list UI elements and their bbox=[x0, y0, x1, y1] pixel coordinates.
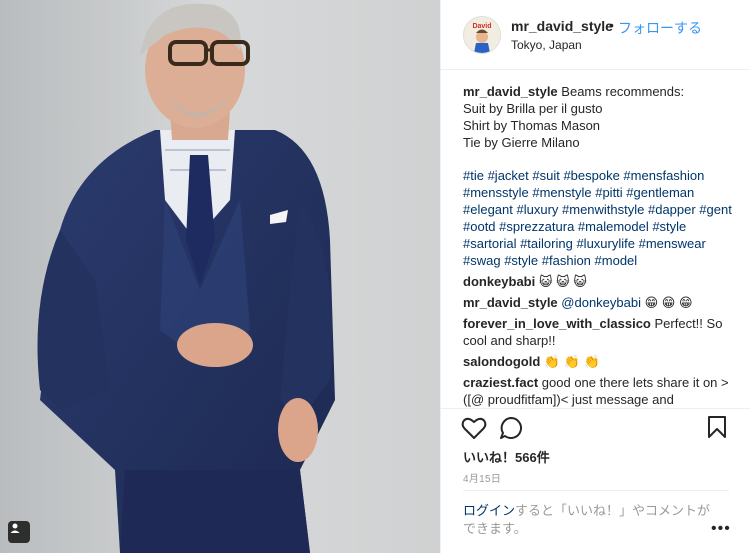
actions-divider bbox=[441, 408, 750, 409]
post-details-panel: David mr_david_style • フォローする Tokyo, Jap… bbox=[440, 0, 750, 553]
comment-item: donkeybabi 😺 😺 😺 bbox=[463, 273, 733, 290]
bookmark-icon[interactable] bbox=[707, 415, 727, 439]
man-in-suit-image bbox=[0, 0, 440, 553]
header-username[interactable]: mr_david_style bbox=[511, 18, 613, 34]
comment-text: 👏 👏 👏 bbox=[543, 354, 600, 369]
comment-text: 😺 😺 😺 bbox=[538, 274, 587, 289]
login-prompt: ログインすると「いいね！」やコメントができます。 bbox=[463, 502, 713, 538]
heart-icon[interactable] bbox=[461, 416, 487, 440]
login-link[interactable]: ログイン bbox=[463, 503, 515, 518]
location-link[interactable]: Tokyo, Japan bbox=[511, 38, 582, 52]
comment-item: mr_david_style @donkeybabi 😁 😁 😁 bbox=[463, 294, 733, 311]
comment-text: 😁 😁 😁 bbox=[644, 295, 693, 310]
comment-item: forever_in_love_with_classico Perfect!! … bbox=[463, 315, 733, 349]
comment-username[interactable]: forever_in_love_with_classico bbox=[463, 316, 651, 331]
comment-item: salondogold 👏 👏 👏 bbox=[463, 353, 733, 370]
svg-text:David: David bbox=[472, 23, 491, 30]
comment-icon[interactable] bbox=[499, 416, 523, 440]
comment-username[interactable]: donkeybabi bbox=[463, 274, 535, 289]
follow-button[interactable]: フォローする bbox=[618, 18, 702, 38]
comment-username[interactable]: salondogold bbox=[463, 354, 540, 369]
user-tag-icon[interactable] bbox=[8, 521, 30, 543]
more-options-icon[interactable]: ••• bbox=[711, 520, 731, 538]
hashtags[interactable]: #tie #jacket #suit #bespoke #mensfashion… bbox=[463, 167, 733, 269]
caption-line: Tie by Gierre Milano bbox=[463, 135, 580, 150]
login-divider bbox=[463, 490, 729, 491]
caption-line: Suit by Brilla per il gusto bbox=[463, 101, 603, 116]
avatar[interactable]: David bbox=[463, 16, 501, 54]
caption-username[interactable]: mr_david_style bbox=[463, 84, 558, 99]
post-date[interactable]: 4月15日 bbox=[463, 470, 501, 485]
comments-list[interactable]: mr_david_style Beams recommends: Suit by… bbox=[463, 83, 733, 408]
likes-count[interactable]: いいね！566件 bbox=[463, 447, 550, 466]
comment-username[interactable]: mr_david_style bbox=[463, 295, 558, 310]
post-header: David mr_david_style • フォローする Tokyo, Jap… bbox=[441, 0, 750, 70]
caption-line: Shirt by Thomas Mason bbox=[463, 118, 601, 133]
comment-mention[interactable]: @donkeybabi bbox=[561, 295, 641, 310]
post-photo[interactable] bbox=[0, 0, 440, 553]
header-separator: • bbox=[609, 17, 614, 33]
caption-line: Beams recommends: bbox=[561, 84, 685, 99]
comment-item: craziest.fact good one there lets share … bbox=[463, 374, 733, 408]
comment-username[interactable]: craziest.fact bbox=[463, 375, 538, 390]
caption: mr_david_style Beams recommends: Suit by… bbox=[463, 83, 733, 269]
